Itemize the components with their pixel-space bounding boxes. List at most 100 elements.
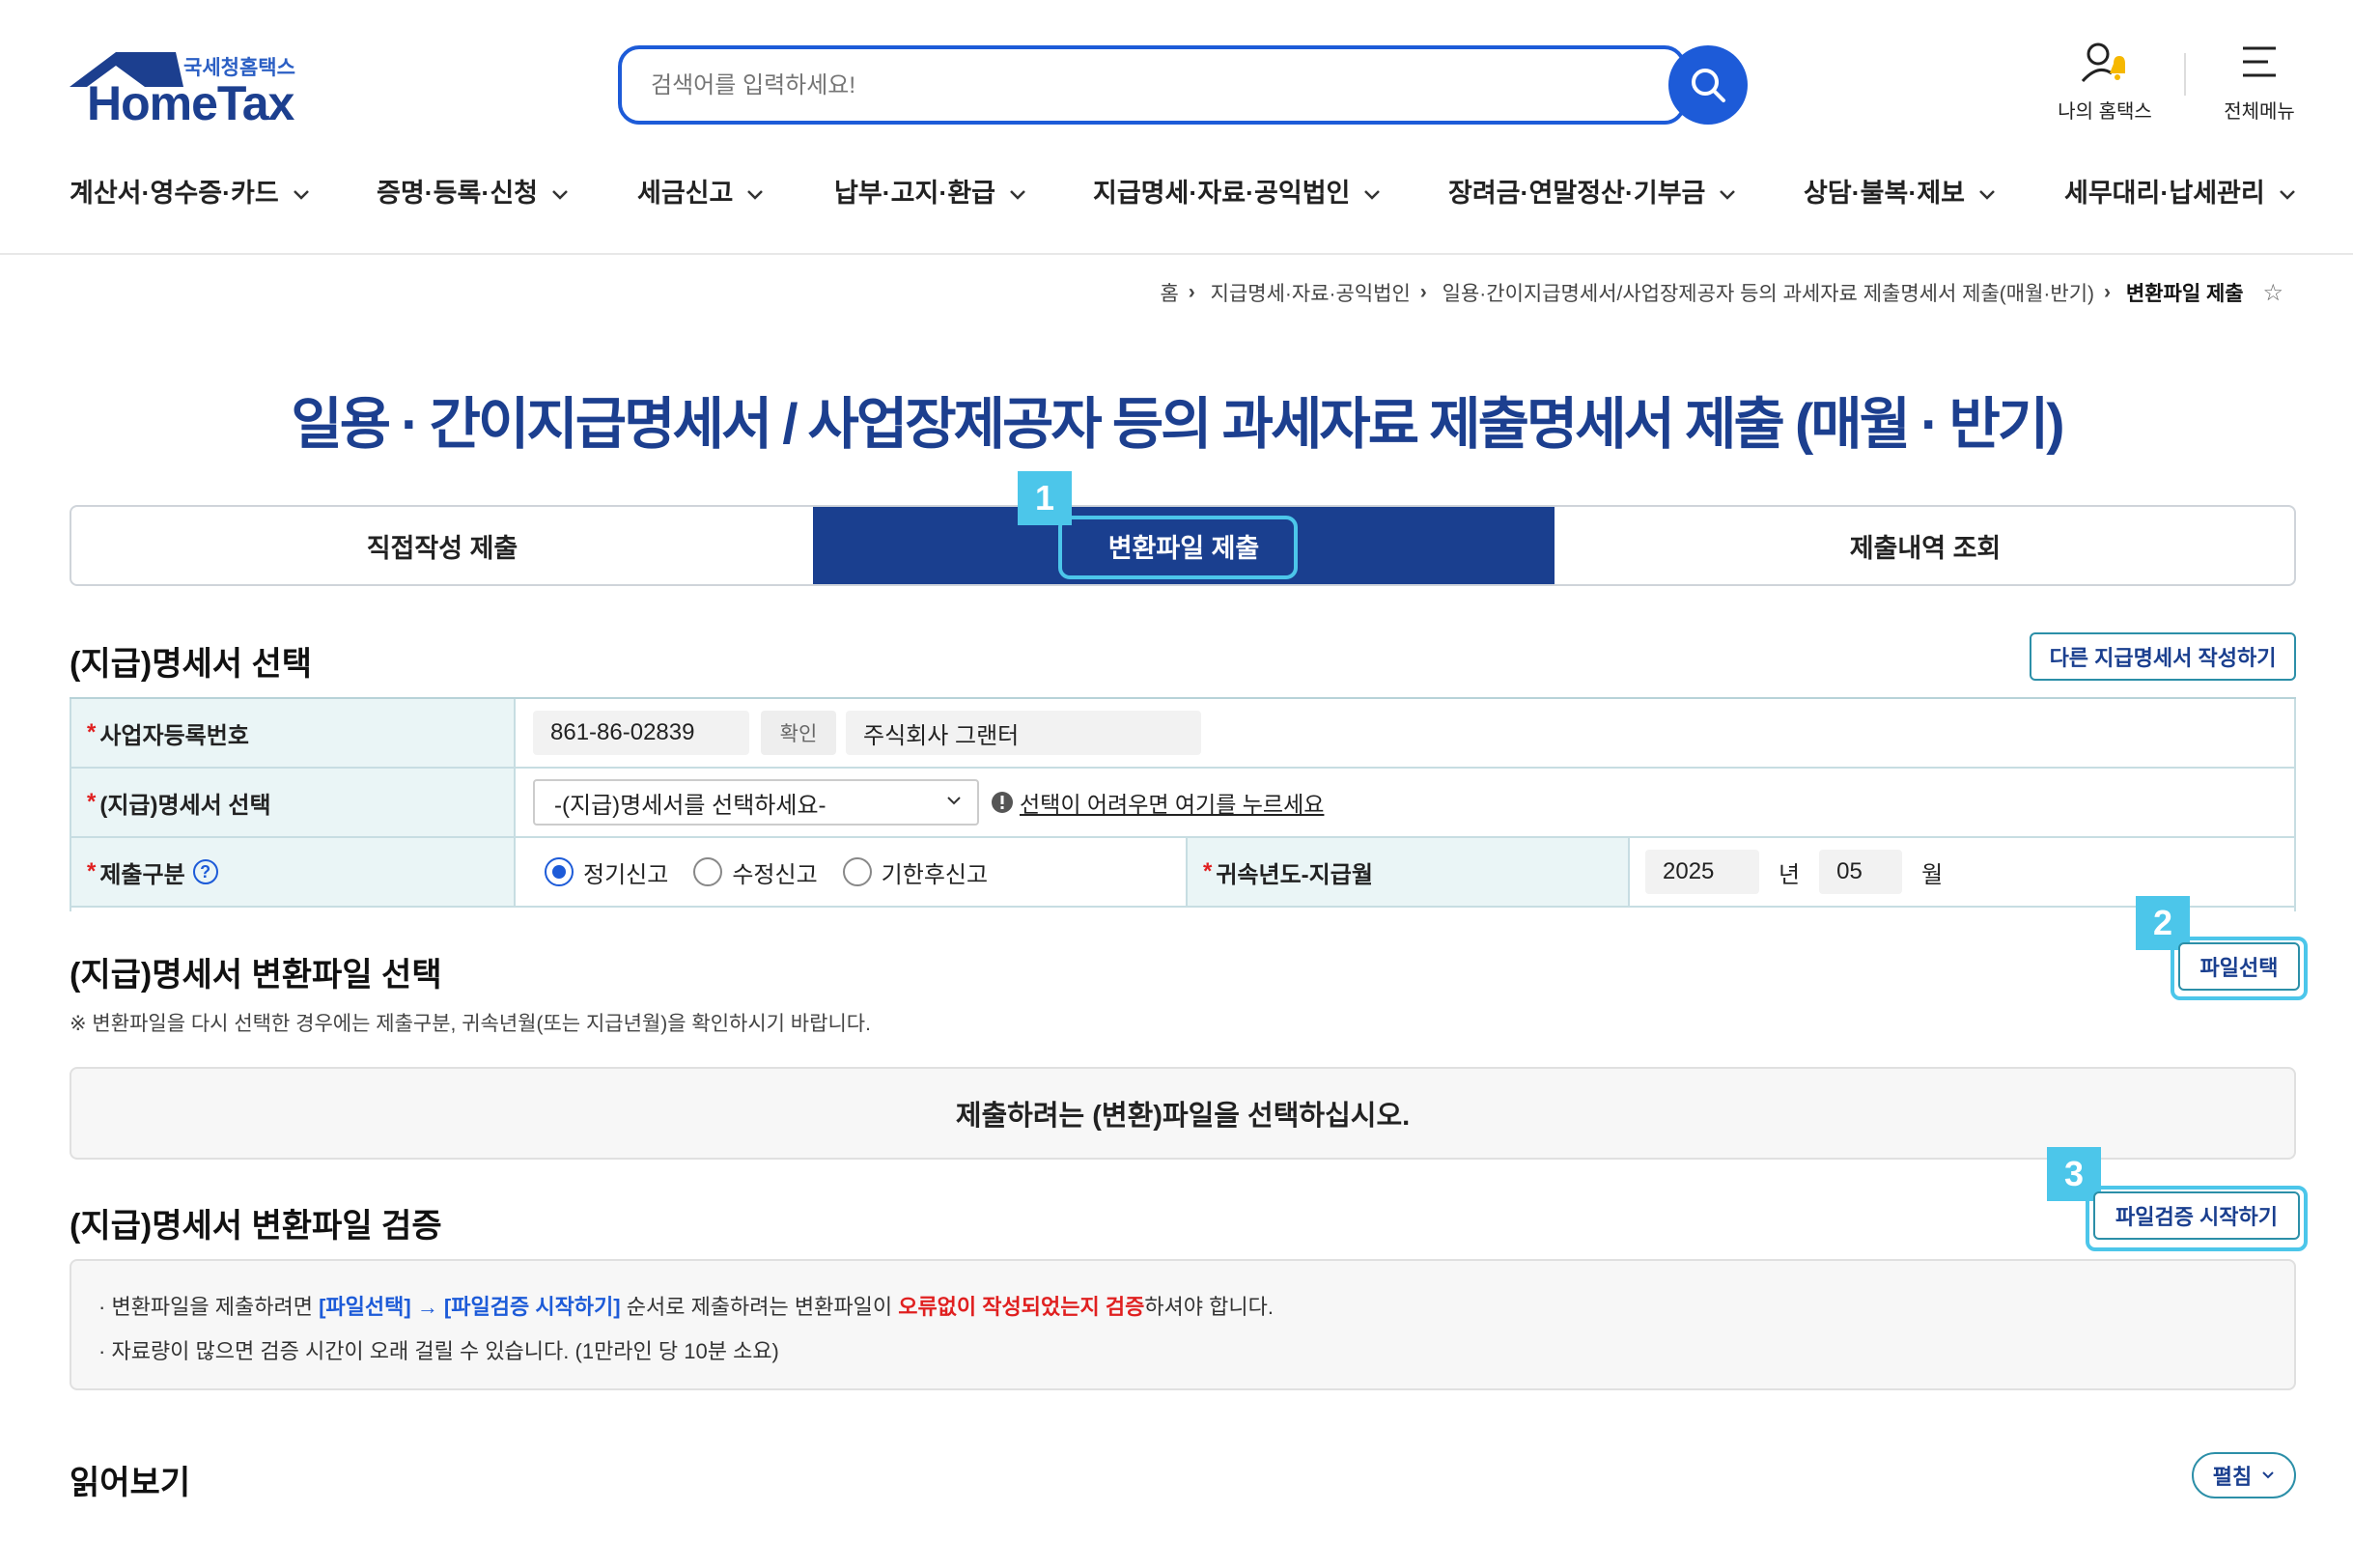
help-icon[interactable]: ? [192, 859, 218, 884]
radio-off-icon [842, 857, 872, 886]
required-mark: * [87, 858, 97, 884]
search-button[interactable] [1668, 45, 1748, 125]
search-input[interactable] [651, 67, 1520, 105]
gnb-item-certificates[interactable]: 증명·등록·신청 [377, 172, 569, 210]
tab-highlight-frame [1058, 516, 1298, 579]
company-name-field: 주식회사 그랜터 [846, 711, 1201, 755]
breadcrumb: 홈 › 지급명세·자료·공익법인 › 일용·간이지급명세서/사업장제공자 등의 과세… [1160, 278, 2283, 307]
all-menu-label: 전체메뉴 [2224, 101, 2295, 123]
statement-type-selected: -(지급)명세서를 선택하세요- [554, 792, 826, 819]
gnb-label: 계산서·영수증·카드 [70, 179, 279, 208]
breadcrumb-separator-icon: › [2104, 281, 2112, 303]
gnb-label: 증명·등록·신청 [377, 179, 539, 208]
expand-label: 펼침 [2212, 1465, 2253, 1489]
info-text: 변환파일을 제출하려면 [111, 1295, 320, 1319]
year-field[interactable]: 2025 [1645, 850, 1759, 894]
required-mark: * [1203, 858, 1213, 884]
verify-info-line-2: · 자료량이 많으면 검증 시간이 오래 걸릴 수 있습니다. (1만라인 당 … [98, 1334, 2294, 1365]
nav-divider [0, 253, 2353, 255]
statement-type-select[interactable]: -(지급)명세서를 선택하세요- [533, 779, 979, 826]
verify-info-line-1: · 변환파일을 제출하려면 [파일선택] → [파일검증 시작하기] 순서로 제… [98, 1290, 2294, 1321]
table-row: * 사업자등록번호 861-86-02839 확인 주식회사 그랜터 [70, 699, 2296, 769]
info-warning: 오류없이 작성되었는지 검증 [898, 1295, 1145, 1319]
breadcrumb-level2[interactable]: 일용·간이지급명세서/사업장제공자 등의 과세자료 제출명세서 제출(매월·반기… [1443, 283, 2094, 305]
chevron-down-icon [552, 189, 568, 200]
chevron-down-icon [1364, 189, 1381, 200]
chevron-down-icon [1720, 189, 1736, 200]
biz-no-field: 861-86-02839 [533, 711, 749, 755]
tab-direct-entry[interactable]: 직접작성 제출 [71, 507, 813, 584]
bullet-dot: · [98, 1295, 112, 1319]
header-divider [2184, 53, 2186, 96]
hometax-logo[interactable]: 국세청홈택스 HomeTax [70, 48, 311, 130]
gnb-item-receipts[interactable]: 계산서·영수증·카드 [70, 172, 310, 210]
gnb-item-consulting[interactable]: 상담·불복·제보 [1804, 172, 1996, 210]
radio-off-icon [693, 857, 723, 886]
biz-no-confirm-button[interactable]: 확인 [761, 711, 836, 755]
user-bell-icon [2081, 42, 2125, 83]
hamburger-icon [2243, 46, 2276, 77]
gnb-item-payment[interactable]: 납부·고지·환급 [834, 172, 1026, 210]
period-cell: 2025 년 05 월 [1634, 838, 2290, 906]
gnb-label: 상담·불복·제보 [1804, 179, 1966, 208]
info-text: 하셔야 합니다. [1144, 1295, 1274, 1319]
radio-on-icon [545, 857, 574, 886]
chevron-down-icon [1979, 189, 1995, 200]
month-field[interactable]: 05 [1819, 850, 1903, 894]
other-statement-button[interactable]: 다른 지급명세서 작성하기 [2030, 632, 2296, 681]
breadcrumb-current: 변환파일 제출 [2125, 283, 2244, 305]
submit-type-header: * 제출구분? [71, 838, 516, 906]
verify-start-button[interactable]: 파일검증 시작하기 [2093, 1191, 2300, 1240]
search-box [618, 45, 1686, 125]
chevron-down-icon [747, 189, 764, 200]
info-emphasis: [파일선택] → [파일검증 시작하기] [319, 1295, 621, 1319]
search-icon [1692, 69, 1725, 102]
breadcrumb-level1[interactable]: 지급명세·자료·공익법인 [1211, 283, 1411, 305]
statement-help-link[interactable]: 선택이 어려우면 여기를 누르세요 [1020, 786, 1324, 819]
chevron-down-icon [293, 189, 309, 200]
gnb-item-tax-agent[interactable]: 세무대리·납세관리 [2064, 172, 2296, 210]
expand-button[interactable]: 펼침 [2192, 1452, 2296, 1498]
statement-type-cell: -(지급)명세서를 선택하세요- 선택이 어려우면 여기를 누르세요 [523, 769, 2290, 836]
gnb-item-incentives[interactable]: 장려금·연말정산·기부금 [1448, 172, 1736, 210]
radio-amended[interactable]: 수정신고 [693, 855, 818, 889]
radio-regular[interactable]: 정기신고 [545, 855, 668, 889]
submit-type-cell: 정기신고 수정신고 기한후신고 [523, 838, 1190, 906]
statement-type-label: (지급)명세서 선택 [99, 792, 271, 819]
required-mark: * [87, 789, 97, 815]
chevron-down-icon [2262, 1471, 2274, 1479]
section-title-statement-select: (지급)명세서 선택 [70, 646, 313, 683]
section-title-file-select: (지급)명세서 변환파일 선택 [70, 957, 442, 994]
period-label: 귀속년도-지급월 [1216, 861, 1373, 888]
gnb-item-payment-statements[interactable]: 지급명세·자료·공익법인 [1093, 172, 1381, 210]
table-row: * (지급)명세서 선택 -(지급)명세서를 선택하세요- 선택이 어려우면 여기… [70, 769, 2296, 838]
gnb-label: 세무대리·납세관리 [2064, 179, 2265, 208]
logo-title: HomeTax [87, 76, 294, 130]
statement-type-header: * (지급)명세서 선택 [71, 769, 516, 836]
table-row: * 제출구분? 정기신고 수정신고 기한후신고 * 귀속년도-지급월 2025 년 … [70, 838, 2296, 908]
radio-label: 수정신고 [732, 861, 818, 888]
breadcrumb-separator-icon: › [1419, 281, 1427, 303]
required-mark: * [87, 719, 97, 745]
file-select-button[interactable]: 파일선택 [2178, 942, 2300, 991]
radio-late[interactable]: 기한후신고 [842, 855, 988, 889]
my-hometax-button[interactable]: 나의 홈택스 [2047, 41, 2163, 124]
gnb-label: 장려금·연말정산·기부금 [1448, 179, 1706, 208]
month-unit: 월 [1921, 861, 1944, 888]
biz-no-cell: 861-86-02839 확인 주식회사 그랜터 [523, 699, 2290, 767]
statement-form-table: * 사업자등록번호 861-86-02839 확인 주식회사 그랜터 * (지급)명… [70, 697, 2296, 908]
step-marker-1: 1 [1018, 471, 1072, 525]
bullet-dot: · [98, 1339, 112, 1363]
gnb-label: 지급명세·자료·공익법인 [1093, 179, 1351, 208]
selected-file-area: 제출하려는 (변환)파일을 선택하십시오. [70, 1067, 2296, 1160]
gnb-item-tax-filing[interactable]: 세금신고 [637, 172, 764, 210]
no-file-message: 제출하려는 (변환)파일을 선택하십시오. [955, 1101, 1411, 1132]
biz-no-header: * 사업자등록번호 [71, 699, 516, 767]
breadcrumb-home[interactable]: 홈 [1160, 283, 1178, 305]
page-title: 일용 · 간이지급명세서 / 사업장제공자 등의 과세자료 제출명세서 제출 (… [291, 393, 2064, 456]
my-hometax-label: 나의 홈택스 [2058, 101, 2152, 123]
chevron-down-icon [947, 797, 961, 805]
star-icon[interactable]: ☆ [2262, 280, 2283, 306]
tab-history[interactable]: 제출내역 조회 [1555, 507, 2294, 584]
all-menu-button[interactable]: 전체메뉴 [2211, 41, 2308, 124]
